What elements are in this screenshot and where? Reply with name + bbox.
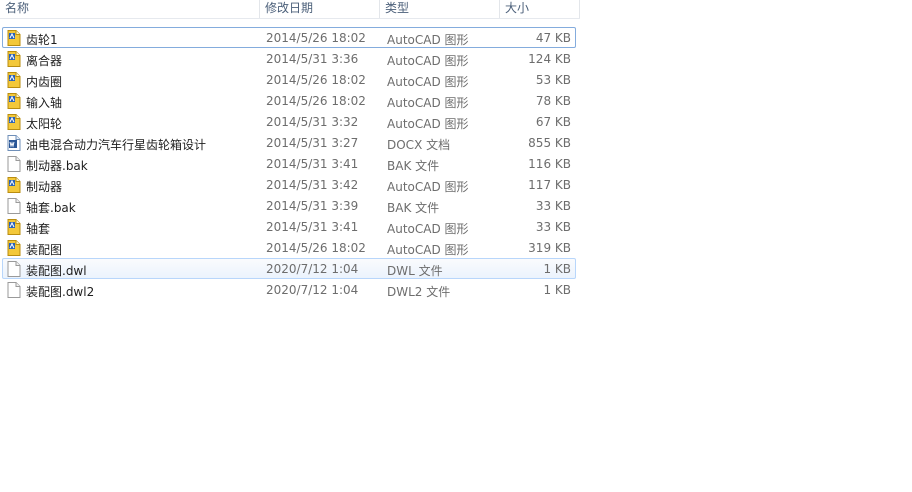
blank-file-icon: [7, 156, 21, 172]
file-date-modified: 2014/5/31 3:41: [266, 157, 359, 171]
autocad-drawing-icon: [7, 93, 21, 109]
file-name: 装配图.dwl2: [26, 285, 95, 299]
file-row[interactable]: 轴套.bak 2014/5/31 3:39 BAK 文件 33 KB: [2, 195, 576, 216]
file-size: 855 KB: [528, 136, 571, 150]
blank-file-icon: [7, 198, 21, 214]
column-header-bar: 名称 修改日期 类型 大小: [0, 0, 580, 19]
autocad-drawing-icon: [7, 240, 21, 256]
file-row[interactable]: 内齿圈 2014/5/26 18:02 AutoCAD 图形 53 KB: [2, 69, 576, 90]
file-size: 67 KB: [535, 115, 571, 129]
file-date-modified: 2014/5/31 3:32: [266, 115, 359, 129]
file-type: AutoCAD 图形: [387, 180, 469, 194]
file-row[interactable]: 制动器 2014/5/31 3:42 AutoCAD 图形 117 KB: [2, 174, 576, 195]
file-name: 离合器: [26, 54, 63, 68]
file-row[interactable]: 齿轮1 2014/5/26 18:02 AutoCAD 图形 47 KB: [2, 27, 576, 48]
file-date-modified: 2020/7/12 1:04: [266, 262, 359, 276]
autocad-drawing-icon: [7, 51, 21, 67]
file-size: 47 KB: [535, 31, 571, 45]
file-date-modified: 2014/5/26 18:02: [266, 241, 366, 255]
file-row[interactable]: 轴套 2014/5/31 3:41 AutoCAD 图形 33 KB: [2, 216, 576, 237]
file-type: BAK 文件: [387, 201, 440, 215]
file-type: BAK 文件: [387, 159, 440, 173]
file-name: 输入轴: [26, 96, 63, 110]
autocad-drawing-icon: [7, 30, 21, 46]
file-size: 116 KB: [528, 157, 571, 171]
file-type: DOCX 文档: [387, 138, 451, 152]
file-type: AutoCAD 图形: [387, 243, 469, 257]
file-name: 装配图.dwl: [26, 264, 87, 278]
file-size: 124 KB: [528, 52, 571, 66]
file-type: AutoCAD 图形: [387, 117, 469, 131]
file-row[interactable]: 油电混合动力汽车行星齿轮箱设计 2014/5/31 3:27 DOCX 文档 855 …: [2, 132, 576, 153]
file-date-modified: 2014/5/26 18:02: [266, 31, 366, 45]
column-header-name[interactable]: 名称: [0, 0, 260, 18]
file-size: 1 KB: [543, 262, 571, 276]
file-name: 太阳轮: [26, 117, 63, 131]
file-size: 33 KB: [535, 220, 571, 234]
file-name: 内齿圈: [26, 75, 63, 89]
file-row[interactable]: 制动器.bak 2014/5/31 3:41 BAK 文件 116 KB: [2, 153, 576, 174]
file-size: 319 KB: [528, 241, 571, 255]
file-type: AutoCAD 图形: [387, 96, 469, 110]
file-name: 轴套.bak: [26, 201, 76, 215]
file-date-modified: 2014/5/26 18:02: [266, 73, 366, 87]
file-date-modified: 2014/5/26 18:02: [266, 94, 366, 108]
file-type: AutoCAD 图形: [387, 75, 469, 89]
file-date-modified: 2014/5/31 3:42: [266, 178, 359, 192]
file-type: DWL2 文件: [387, 285, 451, 299]
file-name: 齿轮1: [26, 33, 58, 47]
file-row[interactable]: 输入轴 2014/5/26 18:02 AutoCAD 图形 78 KB: [2, 90, 576, 111]
file-size: 53 KB: [535, 73, 571, 87]
file-name: 制动器: [26, 180, 63, 194]
file-size: 117 KB: [528, 178, 571, 192]
file-size: 78 KB: [535, 94, 571, 108]
word-document-icon: [7, 135, 21, 151]
autocad-drawing-icon: [7, 72, 21, 88]
file-type: AutoCAD 图形: [387, 222, 469, 236]
file-size: 1 KB: [543, 283, 571, 297]
column-header-size[interactable]: 大小: [500, 0, 580, 18]
file-name: 油电混合动力汽车行星齿轮箱设计: [26, 138, 207, 152]
column-header-type[interactable]: 类型: [380, 0, 500, 18]
blank-file-icon: [7, 261, 21, 277]
file-date-modified: 2020/7/12 1:04: [266, 283, 359, 297]
file-row[interactable]: 太阳轮 2014/5/31 3:32 AutoCAD 图形 67 KB: [2, 111, 576, 132]
file-type: AutoCAD 图形: [387, 33, 469, 47]
blank-file-icon: [7, 282, 21, 298]
autocad-drawing-icon: [7, 177, 21, 193]
file-size: 33 KB: [535, 199, 571, 213]
column-header-date-modified[interactable]: 修改日期: [260, 0, 380, 18]
file-name: 轴套: [26, 222, 51, 236]
file-date-modified: 2014/5/31 3:27: [266, 136, 359, 150]
file-type: AutoCAD 图形: [387, 54, 469, 68]
file-date-modified: 2014/5/31 3:41: [266, 220, 359, 234]
autocad-drawing-icon: [7, 114, 21, 130]
file-row[interactable]: 离合器 2014/5/31 3:36 AutoCAD 图形 124 KB: [2, 48, 576, 69]
file-type: DWL 文件: [387, 264, 443, 278]
file-date-modified: 2014/5/31 3:39: [266, 199, 359, 213]
file-name: 制动器.bak: [26, 159, 88, 173]
file-date-modified: 2014/5/31 3:36: [266, 52, 359, 66]
file-name: 装配图: [26, 243, 63, 257]
file-row[interactable]: 装配图.dwl 2020/7/12 1:04 DWL 文件 1 KB: [2, 258, 576, 279]
file-row[interactable]: 装配图 2014/5/26 18:02 AutoCAD 图形 319 KB: [2, 237, 576, 258]
autocad-drawing-icon: [7, 219, 21, 235]
file-row[interactable]: 装配图.dwl2 2020/7/12 1:04 DWL2 文件 1 KB: [2, 279, 576, 300]
